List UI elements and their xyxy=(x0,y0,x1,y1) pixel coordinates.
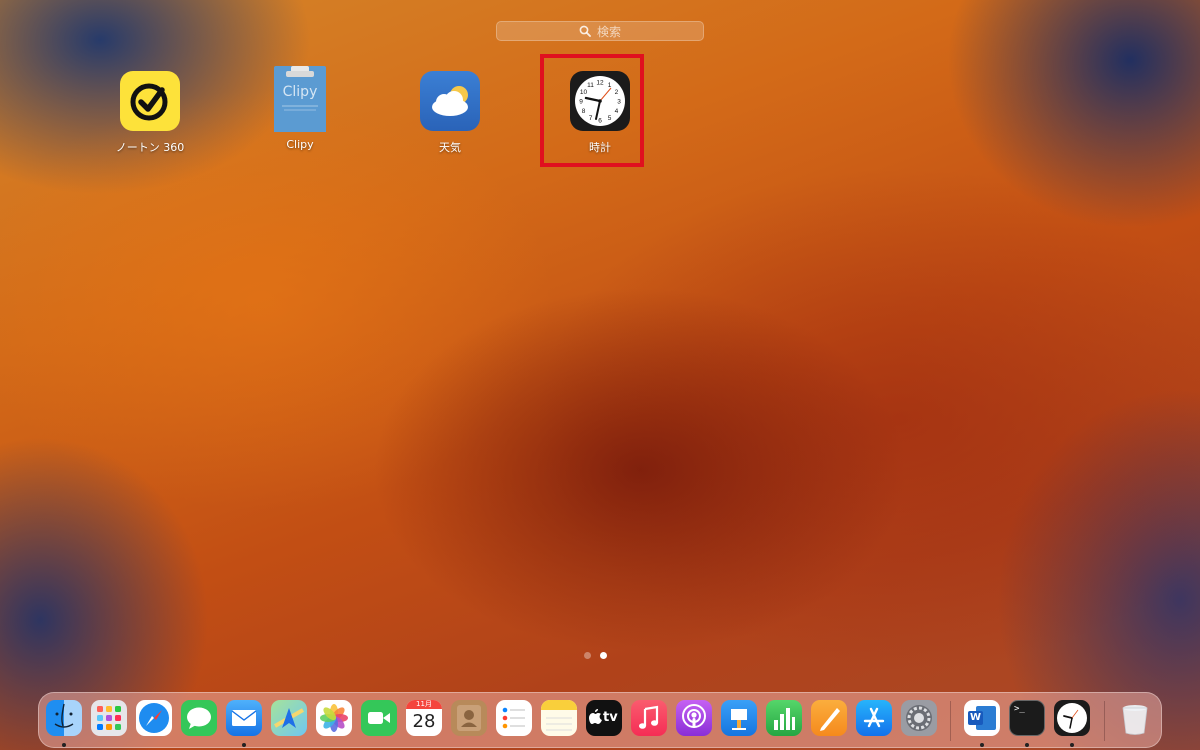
launchpad-icon[interactable] xyxy=(91,700,127,736)
app-label: Clipy xyxy=(286,138,314,151)
facetime-icon[interactable] xyxy=(361,700,397,736)
numbers-icon[interactable] xyxy=(766,700,802,736)
search-placeholder: 検索 xyxy=(596,24,621,39)
weather-icon xyxy=(420,71,480,131)
word-icon[interactable]: W xyxy=(964,700,1000,736)
page-dot-2[interactable] xyxy=(600,652,607,659)
search-field[interactable]: 検索 xyxy=(496,21,704,41)
app-clipy[interactable]: Clipy Clipy xyxy=(240,66,360,151)
norton-icon xyxy=(120,71,180,131)
running-indicator xyxy=(1025,743,1029,747)
terminal-prompt: >_ xyxy=(1014,704,1025,714)
mail-icon[interactable] xyxy=(226,700,262,736)
dock: 11月 28 tv W >_ xyxy=(38,692,1162,748)
app-norton-360[interactable]: ノートン 360 xyxy=(90,71,210,155)
app-weather[interactable]: 天気 xyxy=(390,71,510,155)
running-indicator xyxy=(1070,743,1074,747)
podcasts-icon[interactable] xyxy=(676,700,712,736)
music-icon[interactable] xyxy=(631,700,667,736)
word-letter: W xyxy=(969,712,982,723)
messages-icon[interactable] xyxy=(181,700,217,736)
notes-icon[interactable] xyxy=(541,700,577,736)
dock-separator xyxy=(1104,701,1105,741)
settings-gear-icon[interactable] xyxy=(901,700,937,736)
search-icon xyxy=(579,25,591,37)
contacts-icon[interactable] xyxy=(451,700,487,736)
maps-icon[interactable] xyxy=(271,700,307,736)
highlight-box xyxy=(540,54,644,167)
calendar-month: 11月 xyxy=(416,700,432,708)
app-store-icon[interactable] xyxy=(856,700,892,736)
pagination xyxy=(584,652,607,659)
pages-icon[interactable] xyxy=(811,700,847,736)
app-label: 天気 xyxy=(439,141,461,154)
apple-tv-icon[interactable]: tv xyxy=(586,700,622,736)
running-indicator xyxy=(980,743,984,747)
trash-icon[interactable] xyxy=(1117,700,1153,736)
finder-icon[interactable] xyxy=(46,700,82,736)
calendar-day: 28 xyxy=(412,711,436,732)
app-label: ノートン 360 xyxy=(115,141,185,154)
reminders-icon[interactable] xyxy=(496,700,532,736)
terminal-icon[interactable]: >_ xyxy=(1009,700,1045,736)
running-indicator xyxy=(62,743,66,747)
dock-separator xyxy=(950,701,951,741)
clipboard-icon: Clipy xyxy=(274,66,326,132)
clipy-tile-text: Clipy xyxy=(282,84,318,100)
clock-dock-icon[interactable] xyxy=(1054,700,1090,736)
keynote-icon[interactable] xyxy=(721,700,757,736)
safari-icon[interactable] xyxy=(136,700,172,736)
photos-icon[interactable] xyxy=(316,700,352,736)
page-dot-1[interactable] xyxy=(584,652,591,659)
running-indicator xyxy=(242,743,246,747)
apple-tv-text: tv xyxy=(603,710,618,725)
calendar-icon[interactable]: 11月 28 xyxy=(406,700,442,736)
